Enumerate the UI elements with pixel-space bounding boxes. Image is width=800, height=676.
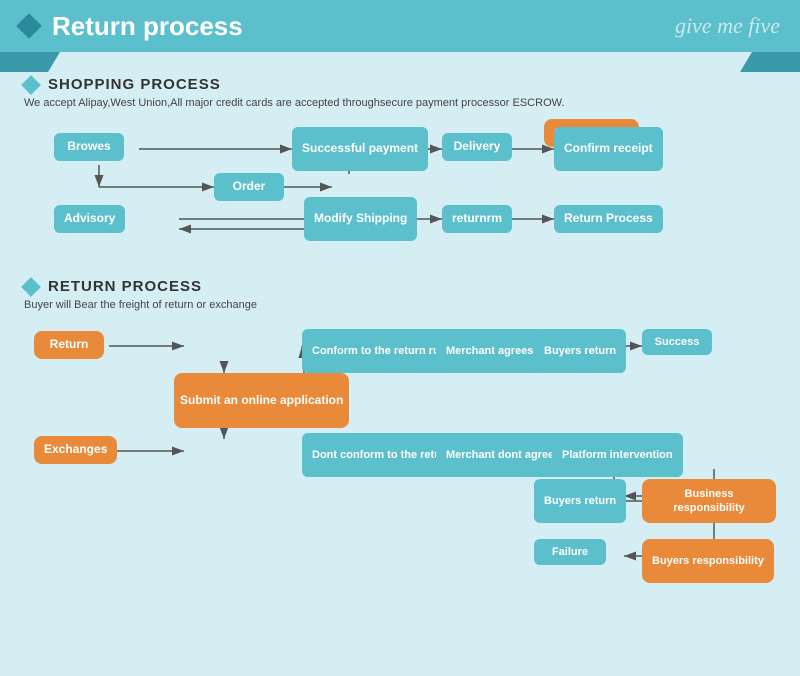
browes-box: Browes: [54, 133, 124, 161]
return-section-header: RETURN PROCESS: [24, 278, 776, 295]
returnrm-box: returnrm: [442, 205, 512, 233]
shopping-section-header: SHOPPING PROCESS: [24, 76, 776, 93]
buyers-responsibility: Buyers responsibility: [642, 539, 774, 583]
delivery-box: Delivery: [442, 133, 512, 161]
return-process: Return Process: [554, 205, 663, 233]
browes: Browes: [54, 133, 124, 161]
exchanges-box: Exchanges: [34, 436, 117, 464]
failure: Failure: [534, 539, 606, 565]
platform-intervention: Platform intervention: [552, 433, 683, 477]
success-box: Success: [642, 329, 712, 355]
merchant-agrees: Merchant agrees: [436, 329, 543, 373]
page-header: Return process give me five: [0, 0, 800, 52]
logo-text: give me five: [675, 13, 780, 39]
business-responsibility-box: Business responsibility: [642, 479, 776, 523]
advisory-box: Advisory: [54, 205, 125, 233]
success: Success: [642, 329, 712, 355]
return-flow: Return Exchanges Submit an online applic…: [24, 321, 776, 621]
platform-intervention-box: Platform intervention: [552, 433, 683, 477]
shopping-diamond: [21, 75, 41, 95]
shopping-desc: We accept Alipay,West Union,All major cr…: [24, 97, 776, 109]
return-box: Return: [34, 331, 104, 359]
modify-shipping: Modify Shipping: [304, 197, 417, 241]
main-content: SHOPPING PROCESS We accept Alipay,West U…: [0, 52, 800, 637]
return-desc: Buyer will Bear the freight of return or…: [24, 299, 776, 311]
merchant-dont-agrees: Merchant dont agrees: [436, 433, 570, 477]
advisory: Advisory: [54, 205, 125, 233]
buyers-return2-box: Buyers return: [534, 479, 626, 523]
merchant-dont-agrees-box: Merchant dont agrees: [436, 433, 570, 477]
business-responsibility: Business responsibility: [642, 479, 776, 523]
order-box: Order: [214, 173, 284, 201]
failure-box: Failure: [534, 539, 606, 565]
confirm-receipt-box: Confirm receipt: [554, 127, 663, 171]
submit-application-box: Submit an online application: [174, 373, 349, 428]
order: Order: [214, 173, 284, 201]
buyers-return1: Buyers return: [534, 329, 626, 373]
confirm-receipt: Confirm receipt: [554, 127, 663, 171]
exchanges: Exchanges: [34, 436, 117, 464]
shopping-flow: Given 5 stars Browes Successful payment …: [24, 119, 776, 274]
delivery: Delivery: [442, 133, 512, 161]
return-process-box: Return Process: [554, 205, 663, 233]
return-btn: Return: [34, 331, 104, 359]
header-diamond: [16, 13, 41, 38]
submit-application: Submit an online application: [174, 373, 349, 428]
return-title: RETURN PROCESS: [48, 278, 202, 295]
modify-shipping-box: Modify Shipping: [304, 197, 417, 241]
buyers-return1-box: Buyers return: [534, 329, 626, 373]
buyers-responsibility-box: Buyers responsibility: [642, 539, 774, 583]
returnrm: returnrm: [442, 205, 512, 233]
buyers-return2: Buyers return: [534, 479, 626, 523]
return-diamond: [21, 277, 41, 297]
merchant-agrees-box: Merchant agrees: [436, 329, 543, 373]
successful-payment: Successful payment: [292, 127, 428, 171]
successful-payment-box: Successful payment: [292, 127, 428, 171]
shopping-title: SHOPPING PROCESS: [48, 76, 221, 93]
page-title: Return process: [52, 11, 243, 42]
